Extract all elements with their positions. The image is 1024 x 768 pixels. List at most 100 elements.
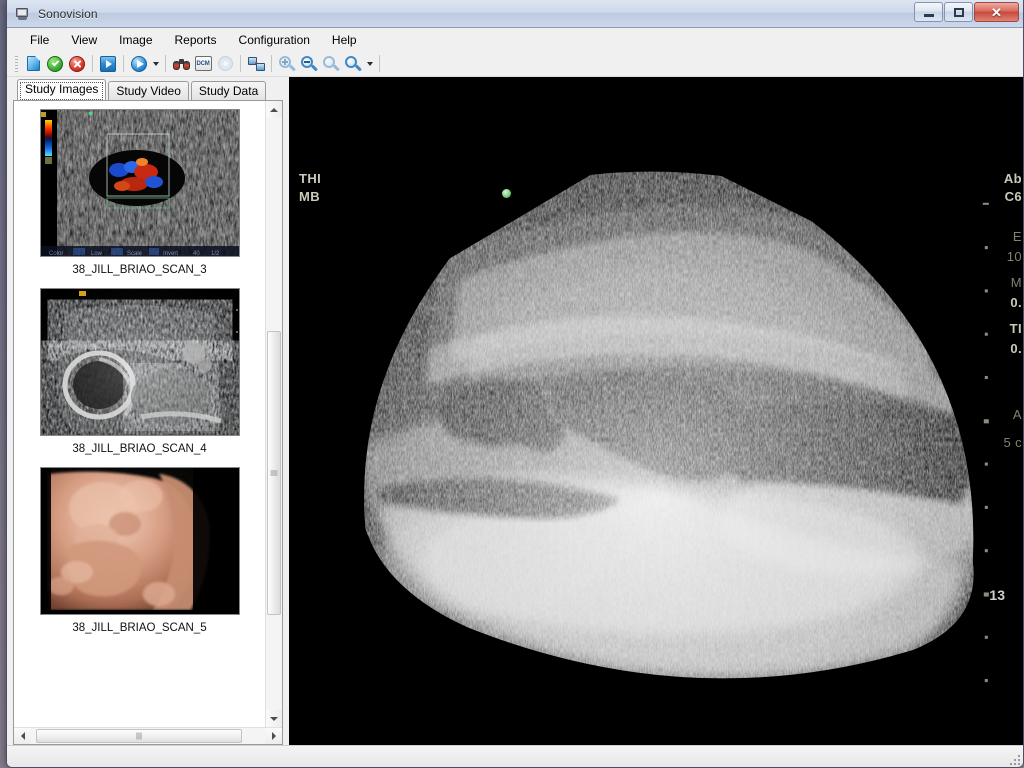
thumbnail-pane-inner: 3.1 Color Low Scale Invert 40 1/2 38_JIL… <box>14 101 282 727</box>
svg-text:Scale: Scale <box>127 251 143 257</box>
horizontal-scroll-thumb[interactable] <box>35 729 242 743</box>
menu-item-image[interactable]: Image <box>108 30 163 50</box>
list-item-label: 38_JILL_BRIAO_SCAN_4 <box>72 443 207 455</box>
accept-icon[interactable] <box>44 53 66 75</box>
overlay-ti-value: 0. <box>1010 341 1022 356</box>
computer-icon <box>15 6 31 22</box>
menu-item-configuration[interactable]: Configuration <box>228 30 321 50</box>
thumbnail-image-3d-render[interactable] <box>39 467 240 615</box>
svg-text:Color: Color <box>49 251 63 257</box>
resize-grip[interactable] <box>1007 752 1020 765</box>
toolbar-separator <box>92 55 93 72</box>
network-send-icon[interactable] <box>245 53 267 75</box>
toolbar-separator <box>379 55 380 72</box>
toolbar-separator <box>165 55 166 72</box>
binoculars-icon[interactable] <box>170 53 192 75</box>
application-window: Sonovision ✕ File View Image Reports Con… <box>6 0 1024 768</box>
overlay-mb-label: MB <box>299 189 321 204</box>
maximize-button[interactable] <box>944 2 973 22</box>
horizontal-scroll-track[interactable] <box>31 728 265 744</box>
tab-strip: Study Images Study Video Study Data <box>13 79 289 101</box>
overlay-depth-value: 5 c <box>1003 435 1022 450</box>
zoom-area-icon[interactable] <box>342 53 364 75</box>
overlay-gain-label: 10 <box>1006 249 1022 264</box>
overlay-preset-label: Ab <box>1003 171 1022 186</box>
scroll-thumb-grip <box>136 732 142 740</box>
list-item-label: 38_JILL_BRIAO_SCAN_5 <box>72 622 207 634</box>
thumbnail-horizontal-scrollbar[interactable] <box>14 727 282 744</box>
maximize-icon <box>953 7 964 17</box>
svg-text:3.1: 3.1 <box>224 226 233 232</box>
left-panel: Study Images Study Video Study Data 3.1 … <box>7 77 289 745</box>
disc-icon <box>214 53 236 75</box>
export-icon[interactable] <box>97 53 119 75</box>
zoom-dropdown-icon[interactable] <box>364 53 375 75</box>
svg-text:40: 40 <box>193 251 200 257</box>
tab-study-video[interactable]: Study Video <box>108 81 189 101</box>
svg-text:1/2: 1/2 <box>211 251 220 257</box>
zoom-out-icon[interactable] <box>298 53 320 75</box>
overlay-a-label: A <box>1012 407 1022 422</box>
scroll-left-arrow[interactable] <box>14 728 31 744</box>
tab-study-images-label: Study Images <box>25 82 99 96</box>
menu-item-reports[interactable]: Reports <box>164 30 228 50</box>
menu-item-help[interactable]: Help <box>321 30 368 50</box>
window-controls: ✕ <box>914 2 1019 22</box>
toolbar-grip[interactable] <box>15 55 18 72</box>
dcm-icon[interactable]: DCM <box>192 53 214 75</box>
vertical-scroll-thumb[interactable] <box>267 331 281 616</box>
thumbnail-pane: 3.1 Color Low Scale Invert 40 1/2 38_JIL… <box>13 100 283 745</box>
image-viewer[interactable]: THI MB Ab C6 E 10 M 0. TI 0. A 5 c 13 <box>289 77 1023 745</box>
list-item-label: 38_JILL_BRIAO_SCAN_3 <box>72 264 207 276</box>
svg-text:Low: Low <box>91 251 103 257</box>
cancel-icon[interactable] <box>66 53 88 75</box>
tab-study-images[interactable]: Study Images <box>17 79 107 100</box>
menu-bar: File View Image Reports Configuration He… <box>7 28 1023 51</box>
tab-study-data[interactable]: Study Data <box>190 81 267 101</box>
toolbar-separator <box>240 55 241 72</box>
toolbar-separator <box>123 55 124 72</box>
new-study-icon[interactable] <box>22 53 44 75</box>
scroll-thumb-grip <box>270 470 278 476</box>
svg-text:33mm: 33mm <box>203 429 217 435</box>
overlay-e-label: E <box>1012 229 1022 244</box>
minimize-button[interactable] <box>914 2 943 22</box>
depth-marker-label: 13 <box>989 587 1005 603</box>
zoom-in-icon[interactable] <box>276 53 298 75</box>
status-bar <box>7 745 1023 767</box>
thumbnail-list: 3.1 Color Low Scale Invert 40 1/2 38_JIL… <box>14 101 265 727</box>
thumbnail-image-color-doppler[interactable]: 3.1 Color Low Scale Invert 40 1/2 <box>39 109 240 257</box>
close-icon: ✕ <box>991 4 1002 20</box>
tab-study-video-label: Study Video <box>116 84 181 98</box>
window-title: Sonovision <box>38 6 98 21</box>
svg-text:Invert: Invert <box>163 251 178 257</box>
menu-item-view[interactable]: View <box>60 30 108 50</box>
overlay-mi-value: 0. <box>1010 295 1022 310</box>
dcm-label: DCM <box>194 56 212 71</box>
overlay-ti-label: TI <box>1009 321 1022 336</box>
ultrasound-sector-image <box>289 77 1023 745</box>
toolbar-separator <box>271 55 272 72</box>
play-dropdown-icon[interactable] <box>150 53 161 75</box>
toolbar: DCM <box>7 51 1023 77</box>
list-item[interactable]: 33mm 11mm 38_JILL_BRIAO_SCAN_4 <box>14 288 265 455</box>
scroll-right-arrow[interactable] <box>265 728 282 744</box>
overlay-thi-label: THI <box>299 171 322 186</box>
list-item[interactable]: 38_JILL_BRIAO_SCAN_5 <box>14 467 265 634</box>
zoom-fit-icon[interactable] <box>320 53 342 75</box>
tab-study-data-label: Study Data <box>198 84 259 98</box>
scroll-up-arrow[interactable] <box>266 101 282 118</box>
close-button[interactable]: ✕ <box>974 2 1019 22</box>
content-area: Study Images Study Video Study Data 3.1 … <box>7 77 1023 745</box>
thumbnail-vertical-scrollbar[interactable] <box>265 101 282 727</box>
menu-item-file[interactable]: File <box>19 30 60 50</box>
overlay-probe-label: C6 <box>1004 189 1022 204</box>
scroll-down-arrow[interactable] <box>266 710 282 727</box>
focus-dot-icon <box>502 189 511 198</box>
thumbnail-image-grayscale-fetal[interactable]: 33mm 11mm <box>39 288 240 436</box>
svg-text:11mm: 11mm <box>227 429 240 435</box>
play-icon[interactable] <box>128 53 150 75</box>
list-item[interactable]: 3.1 Color Low Scale Invert 40 1/2 38_JIL… <box>14 109 265 276</box>
title-bar: Sonovision ✕ <box>7 0 1023 28</box>
vertical-scroll-track[interactable] <box>266 118 282 710</box>
